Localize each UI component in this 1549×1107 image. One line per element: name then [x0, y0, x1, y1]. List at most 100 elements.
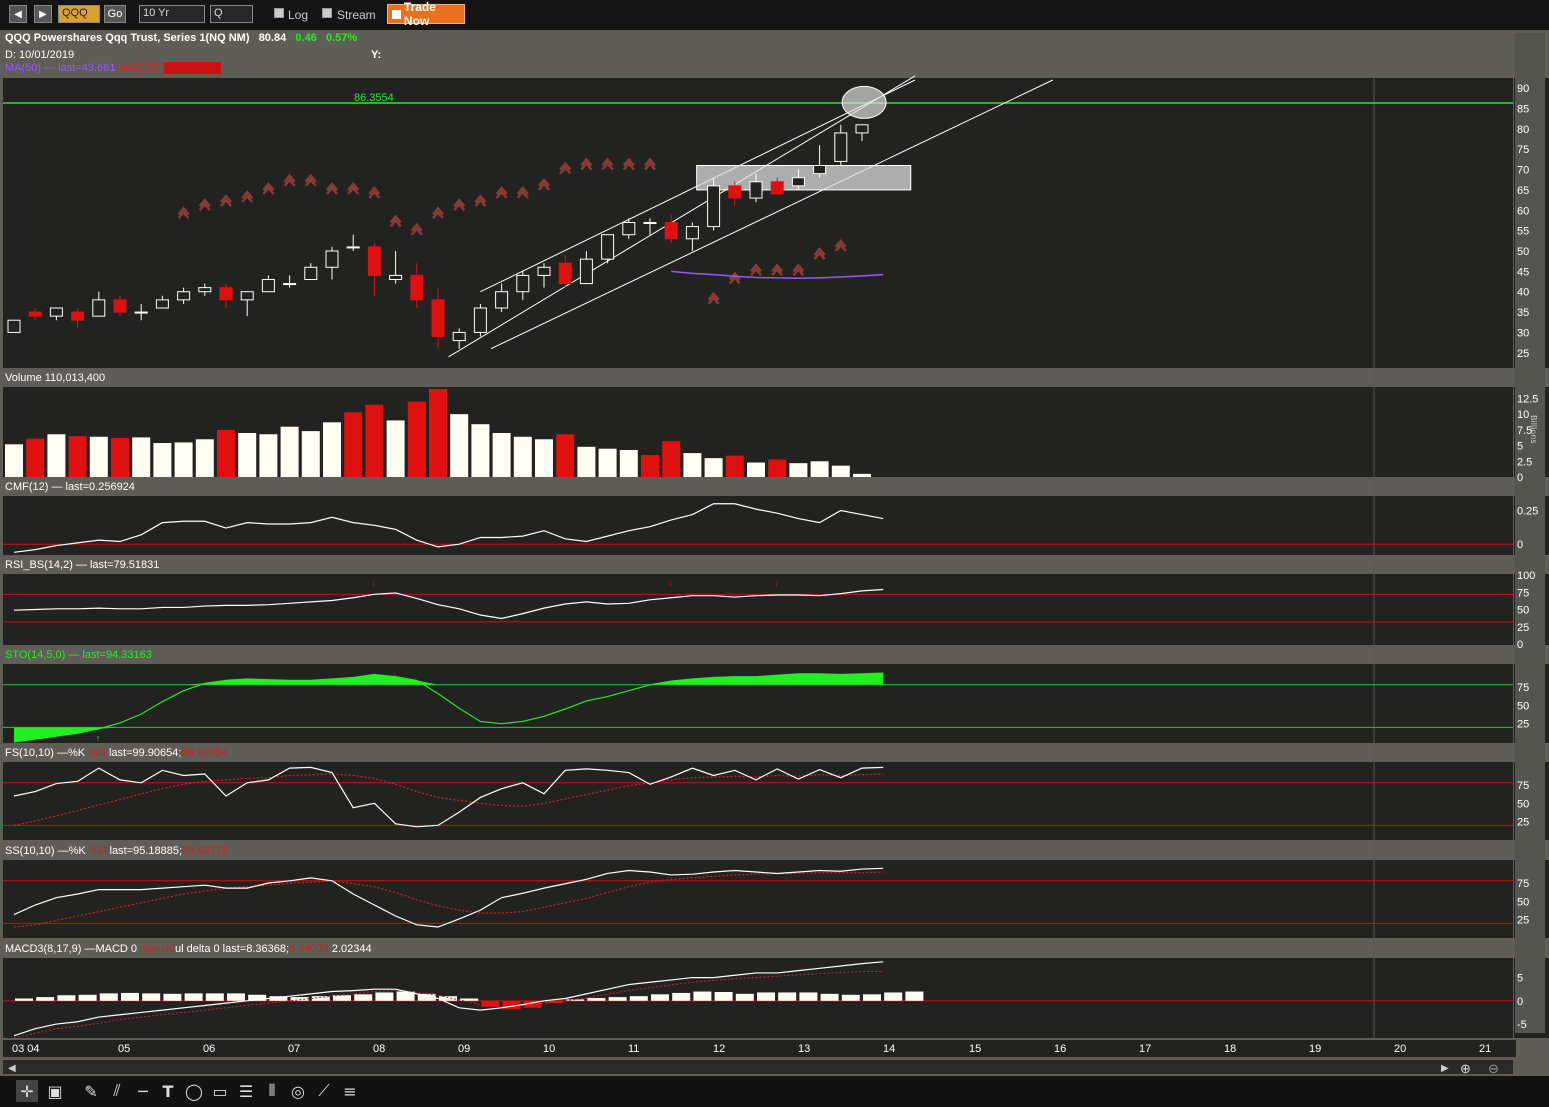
- pencil-tool-icon[interactable]: ✎: [80, 1080, 102, 1102]
- macd-histogram-bar: [184, 993, 203, 1001]
- volume-bar: [853, 473, 871, 477]
- volume-bar: [47, 434, 66, 477]
- price-tick-label: 50: [1517, 246, 1529, 258]
- price-tick-label: 35: [1517, 307, 1529, 319]
- candle-body: [770, 181, 784, 195]
- macd-histogram-bar: [905, 991, 924, 1001]
- price-tick-label: 75: [1517, 144, 1529, 156]
- volume-bar: [280, 426, 299, 477]
- candle-body: [707, 185, 721, 228]
- time-axis-label: 05: [118, 1043, 130, 1055]
- arrow-marker: [728, 271, 741, 285]
- macd-histogram-bar: [714, 991, 733, 1001]
- candle-body: [198, 287, 212, 293]
- candle-body: [28, 311, 42, 317]
- candle-body: [728, 185, 742, 199]
- arrow-marker: [432, 206, 444, 220]
- time-axis-label: 09: [458, 1043, 470, 1055]
- macd-histogram-bar: [608, 997, 627, 1001]
- text-tool-icon[interactable]: T: [157, 1080, 179, 1102]
- candle-body: [643, 222, 657, 224]
- arrow-marker: [262, 181, 275, 195]
- chart-canvas: 253035404550556065707580859086.355402.55…: [3, 75, 1538, 1076]
- price-tick-label: 55: [1517, 226, 1529, 238]
- zoom-out-icon: ⊖: [1488, 1061, 1499, 1076]
- macd-tick-label: 5: [1517, 973, 1523, 985]
- time-axis-label: 06: [203, 1043, 215, 1055]
- candle-body: [791, 177, 805, 187]
- macd-histogram-bar: [99, 993, 118, 1001]
- volume-bar: [386, 420, 405, 477]
- arrow-marker: [644, 157, 656, 171]
- candle-body: [92, 299, 106, 317]
- arrow-marker: [834, 238, 847, 252]
- candle-body: [49, 307, 63, 317]
- candle-body: [537, 266, 551, 276]
- menu-tool-icon[interactable]: ≡: [339, 1080, 361, 1102]
- volume-bar: [789, 463, 808, 477]
- time-axis-label: 20: [1394, 1043, 1406, 1055]
- arrow-marker: [198, 198, 211, 212]
- macd-histogram-bar: [205, 993, 224, 1001]
- rsi-sell-marker: ↓: [371, 578, 376, 588]
- arrow-marker: [241, 190, 254, 203]
- volume-bar: [238, 433, 257, 477]
- arrow-marker: [368, 186, 381, 199]
- candle-body: [346, 246, 360, 249]
- drawing-toolbar: ✛ ▣ ✎ ⫽ ─ T ◯ ▭ ☰ ⦀ ◎ ⟋ ≡: [0, 1076, 1549, 1107]
- candle-body: [283, 283, 297, 286]
- parallel-lines-tool-icon[interactable]: ⫽: [106, 1080, 128, 1102]
- trend-channel-line: [448, 75, 916, 358]
- time-axis-label: 07: [288, 1043, 300, 1055]
- macd-histogram-bar: [820, 993, 839, 1001]
- volume-bar: [513, 436, 532, 477]
- volume-bar: [217, 429, 235, 477]
- volume-tick-label: 0: [1517, 472, 1523, 484]
- volume-bar: [471, 424, 490, 477]
- arrow-marker: [813, 247, 826, 260]
- cmf-tick-label: 0: [1517, 539, 1523, 551]
- volume-bar: [535, 439, 553, 477]
- volume-bar: [577, 446, 596, 477]
- candle-body: [7, 319, 21, 333]
- macd-histogram-bar: [15, 998, 33, 1001]
- volume-bar: [68, 436, 87, 477]
- cycle-lines-tool-icon[interactable]: ⦀: [261, 1080, 283, 1102]
- ss-d-line: [13, 871, 884, 928]
- candle-body: [410, 274, 424, 301]
- macd-histogram-bar: [672, 992, 691, 1001]
- macd-histogram-bar: [36, 997, 55, 1001]
- volume-bar: [195, 439, 214, 477]
- volume-tick-label: 2.5: [1517, 456, 1532, 468]
- candle-body: [834, 132, 848, 162]
- zoom-in-icon: ⊕: [1460, 1061, 1471, 1076]
- candle-body: [155, 299, 169, 309]
- time-axis-label: 08: [373, 1043, 385, 1055]
- ellipse-tool-icon[interactable]: ◯: [183, 1080, 205, 1102]
- spiral-tool-icon[interactable]: ◎: [287, 1080, 309, 1102]
- volume-tick-label: 5: [1517, 441, 1523, 453]
- volume-bar: [429, 389, 447, 477]
- volume-bar: [26, 438, 45, 477]
- candle-body: [601, 234, 615, 260]
- screenshot-tool-icon[interactable]: ▣: [44, 1080, 66, 1102]
- macd-histogram-bar: [863, 994, 881, 1001]
- fibonacci-tool-icon[interactable]: ☰: [235, 1080, 257, 1102]
- volume-tick-label: 12.5: [1517, 393, 1538, 405]
- fan-tool-icon[interactable]: ⟋: [313, 1080, 335, 1102]
- macd-histogram-bar: [757, 992, 775, 1001]
- sto-overbought-fill: [14, 673, 884, 685]
- price-tick-label: 30: [1517, 327, 1529, 339]
- volume-tick-label: 7.5: [1517, 425, 1532, 437]
- time-axis-label: 11: [628, 1043, 639, 1055]
- rsi-tick-label: 50: [1517, 605, 1529, 617]
- horizontal-line-tool-icon[interactable]: ─: [132, 1080, 154, 1102]
- crosshair-tool-icon[interactable]: ✛: [16, 1080, 38, 1102]
- rsi-tick-label: 0: [1517, 639, 1523, 651]
- volume-bar: [556, 434, 575, 477]
- scroll-left-icon: ◀: [8, 1063, 16, 1074]
- candle-body: [452, 331, 466, 342]
- volume-bar: [365, 404, 384, 477]
- arrow-marker: [389, 214, 402, 228]
- rectangle-tool-icon[interactable]: ▭: [209, 1080, 231, 1102]
